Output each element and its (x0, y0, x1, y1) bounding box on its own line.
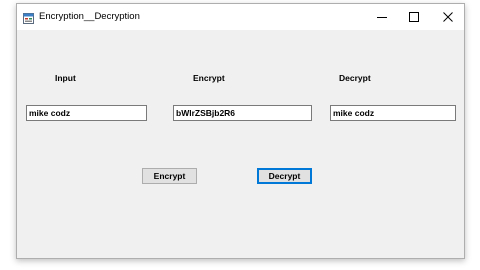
app-window: Encryption__Decryption Input Encrypt Dec… (16, 3, 465, 259)
input-label: Input (55, 73, 76, 83)
encrypted-textbox[interactable]: bWlrZSBjb2R6 (173, 105, 312, 121)
form-icon (23, 11, 34, 24)
maximize-button[interactable] (397, 4, 431, 30)
title-bar[interactable]: Encryption__Decryption (17, 4, 464, 30)
minimize-icon (377, 12, 387, 22)
window-title: Encryption__Decryption (39, 11, 140, 22)
close-icon (443, 12, 453, 22)
close-button[interactable] (431, 4, 465, 30)
minimize-button[interactable] (365, 4, 399, 30)
input-textbox[interactable]: mike codz (26, 105, 147, 121)
decrypt-button[interactable]: Decrypt (257, 168, 312, 184)
encrypt-button[interactable]: Encrypt (142, 168, 197, 184)
decrypt-label: Decrypt (339, 73, 371, 83)
maximize-icon (409, 12, 419, 22)
encrypt-label: Encrypt (193, 73, 225, 83)
decrypted-textbox[interactable]: mike codz (330, 105, 456, 121)
